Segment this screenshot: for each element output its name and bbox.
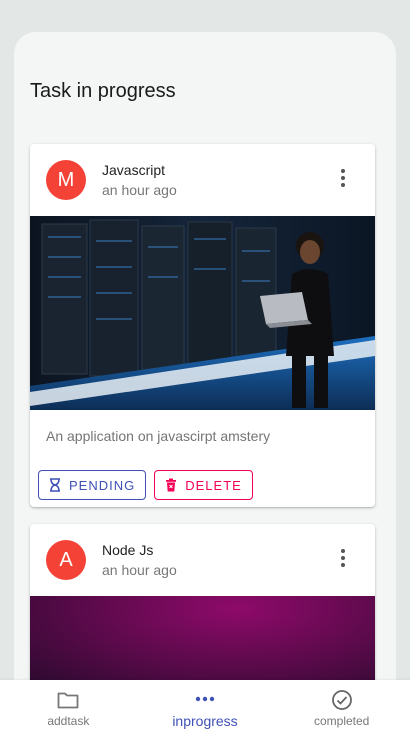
task-card: M Javascript an hour ago An application … (30, 144, 375, 507)
avatar: A (46, 540, 86, 580)
nav-label: addtask (47, 713, 90, 728)
more-vert-icon[interactable] (331, 166, 355, 190)
tasks-panel: Task in progress M Javascript an hour ag… (14, 32, 396, 736)
check-circle-icon (331, 689, 352, 710)
nav-label: completed (313, 713, 370, 728)
pending-label: PENDING (69, 477, 136, 493)
task-image (30, 216, 375, 410)
task-time: an hour ago (102, 562, 177, 578)
pending-button[interactable]: PENDING (38, 470, 147, 500)
bottom-navigation: addtask inprogress completed (0, 680, 410, 736)
delete-label: DELETE (185, 477, 242, 493)
more-horizontal-icon (195, 696, 215, 701)
nav-addtask[interactable]: addtask (0, 680, 137, 736)
nav-completed[interactable]: completed (273, 680, 410, 736)
nav-inprogress[interactable]: inprogress (137, 680, 274, 736)
task-title: Javascript (102, 162, 166, 178)
task-title: Node Js (102, 542, 154, 558)
nav-label: inprogress (172, 712, 238, 729)
task-time: an hour ago (102, 182, 177, 198)
delete-button[interactable]: DELETE (154, 470, 253, 500)
hourglass-icon (50, 478, 60, 492)
trash-icon (166, 478, 177, 492)
page-title: Task in progress (30, 80, 176, 102)
task-description: An application on javascirpt amstery (46, 428, 271, 444)
card-actions: PENDING DELETE (38, 470, 253, 500)
folder-icon (57, 692, 79, 708)
avatar: M (46, 160, 86, 200)
more-vert-icon[interactable] (331, 546, 355, 570)
